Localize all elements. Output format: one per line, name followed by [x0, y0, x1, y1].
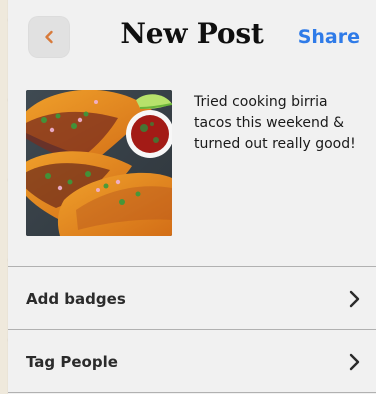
divider-bottom	[8, 392, 376, 393]
post-preview: Tried cooking birria tacos this weekend …	[26, 88, 366, 238]
add-badges-label: Add badges	[26, 290, 126, 308]
chevron-right-icon	[346, 288, 362, 310]
tacos-image	[26, 90, 172, 236]
tag-people-row[interactable]: Tag People	[8, 331, 376, 393]
header: New Post Share	[8, 0, 376, 78]
chevron-right-icon	[346, 351, 362, 373]
share-button[interactable]: Share	[298, 26, 360, 48]
new-post-panel: New Post Share Tried cooking birria taco…	[8, 0, 376, 394]
post-caption: Tried cooking birria tacos this weekend …	[194, 94, 356, 152]
add-badges-row[interactable]: Add badges	[8, 268, 376, 330]
post-image[interactable]	[26, 90, 172, 236]
divider-middle	[8, 329, 376, 330]
tag-people-label: Tag People	[26, 353, 118, 371]
divider-top	[8, 266, 376, 267]
